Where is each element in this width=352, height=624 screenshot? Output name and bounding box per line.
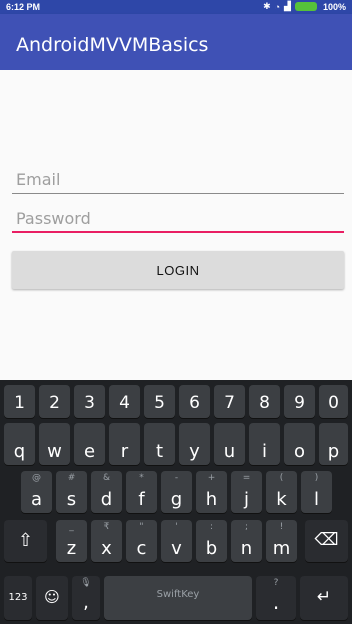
password-field[interactable] [12,207,344,229]
key-e[interactable]: e [74,423,105,465]
status-icons: ✱ ◔ ▟ 100% [263,1,346,12]
battery-icon [294,2,317,11]
key-t[interactable]: t [144,423,175,465]
enter-key[interactable]: ↵ [300,576,348,620]
backspace-key[interactable]: ⌫ [305,520,348,562]
password-underline [12,231,344,233]
key-a[interactable]: @ a [21,471,52,513]
key-j[interactable]: = j [231,471,262,513]
symbols-key[interactable]: 123 [4,576,32,620]
key-s[interactable]: # s [56,471,87,513]
key-q[interactable]: q [4,423,35,465]
key-5[interactable]: 5 [144,385,175,418]
login-button[interactable]: LOGIN [12,251,344,289]
key-b[interactable]: :b [196,520,227,562]
emoji-icon: ☺ [44,588,60,606]
app-title: AndroidMVVMBasics [16,34,209,56]
wifi-icon: ◔ [274,1,281,12]
key-0[interactable]: 0 [319,385,348,418]
email-field-container [12,168,344,194]
key-l[interactable]: ) l [301,471,332,513]
key-f[interactable]: * f [126,471,157,513]
key-i[interactable]: i [249,423,280,465]
key-d[interactable]: & d [91,471,122,513]
key-1[interactable]: 1 [4,385,35,418]
emoji-key[interactable]: ☺ [36,576,68,620]
key-y[interactable]: y [179,423,210,465]
key-n[interactable]: ; n [231,520,262,562]
key-z[interactable]: _ z [56,520,87,562]
key-m[interactable]: ! m [266,520,297,562]
email-field[interactable] [12,168,344,190]
status-time: 6:12 PM [6,2,41,12]
status-bar: 6:12 PM ✱ ◔ ▟ 100% [0,0,352,14]
key-w[interactable]: w [39,423,70,465]
battery-percent: 100% [322,1,346,12]
period-key[interactable]: ? . [256,576,296,620]
mic-icon: 🎙 [80,578,92,588]
signal-icon: ▟ [284,1,291,11]
key-x[interactable]: ₹ x [91,520,122,562]
key-k[interactable]: (k [266,471,297,513]
shift-key[interactable]: ⇧ [4,520,47,562]
key-h[interactable]: + h [196,471,227,513]
key-2[interactable]: 2 [39,385,70,418]
shift-icon: ⇧ [17,530,34,551]
key-v[interactable]: ' v [161,520,192,562]
period-hint: ? [273,578,279,588]
enter-icon: ↵ [316,587,332,607]
key-3[interactable]: 3 [74,385,105,418]
key-u[interactable]: u [214,423,245,465]
space-key[interactable]: SwiftKey [104,576,252,620]
email-underline [12,193,344,194]
keyboard: 1 2 3 4 5 6 7 8 9 0 q w e r t y u i o p … [0,380,352,624]
login-form: LOGIN [0,70,352,382]
key-7[interactable]: 7 [214,385,245,418]
key-o[interactable]: o [284,423,315,465]
comma-key[interactable]: 🎙 , [72,576,100,620]
password-field-container [12,207,344,233]
key-p[interactable]: p [319,423,348,465]
key-6[interactable]: 6 [179,385,210,418]
key-4[interactable]: 4 [109,385,140,418]
key-8[interactable]: 8 [249,385,280,418]
backspace-icon: ⌫ [314,530,339,550]
app-bar: AndroidMVVMBasics [0,14,352,70]
key-c[interactable]: " c [126,520,157,562]
swiftkey-logo: SwiftKey [156,589,200,600]
key-g[interactable]: -g [161,471,192,513]
key-r[interactable]: r [109,423,140,465]
bluetooth-icon: ✱ [263,1,271,11]
key-9[interactable]: 9 [284,385,315,418]
